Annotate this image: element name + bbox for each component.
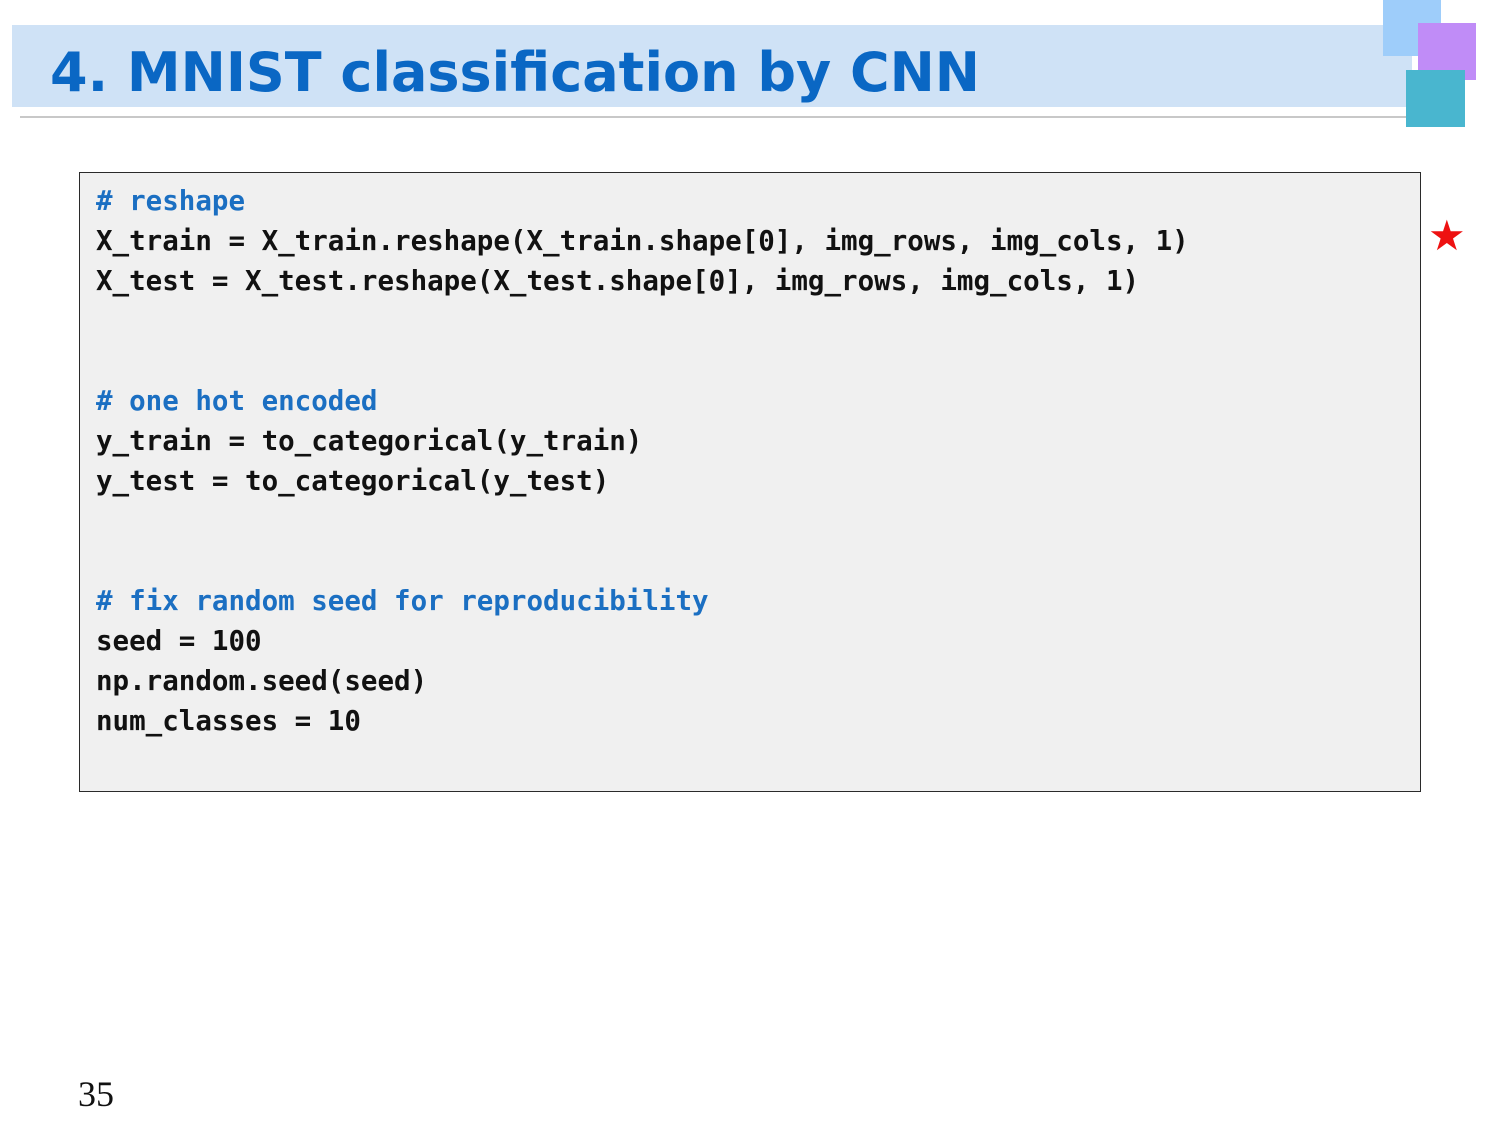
code-line-x-train-reshape: X_train = X_train.reshape(X_train.shape[…	[96, 225, 1189, 257]
code-comment-reshape: # reshape	[96, 185, 246, 217]
code-line-np-random-seed: np.random.seed(seed)	[96, 665, 428, 697]
code-line-x-test-reshape: X_test = X_test.reshape(X_test.shape[0],…	[96, 265, 1140, 297]
slide-title: 4. MNIST classification by CNN	[50, 41, 980, 104]
code-comment-random-seed: # fix random seed for reproducibility	[96, 585, 709, 617]
page-number: 35	[78, 1074, 114, 1114]
star-marker-icon: ★	[1428, 211, 1466, 260]
code-block: # reshape X_train = X_train.reshape(X_tr…	[79, 172, 1421, 792]
code-comment-one-hot: # one hot encoded	[96, 385, 378, 417]
code-line-seed: seed = 100	[96, 625, 262, 657]
title-divider	[20, 116, 1410, 118]
code-line-y-train: y_train = to_categorical(y_train)	[96, 425, 643, 457]
decorative-square-teal	[1406, 70, 1465, 127]
code-line-y-test: y_test = to_categorical(y_test)	[96, 465, 610, 497]
code-line-num-classes: num_classes = 10	[96, 705, 361, 737]
